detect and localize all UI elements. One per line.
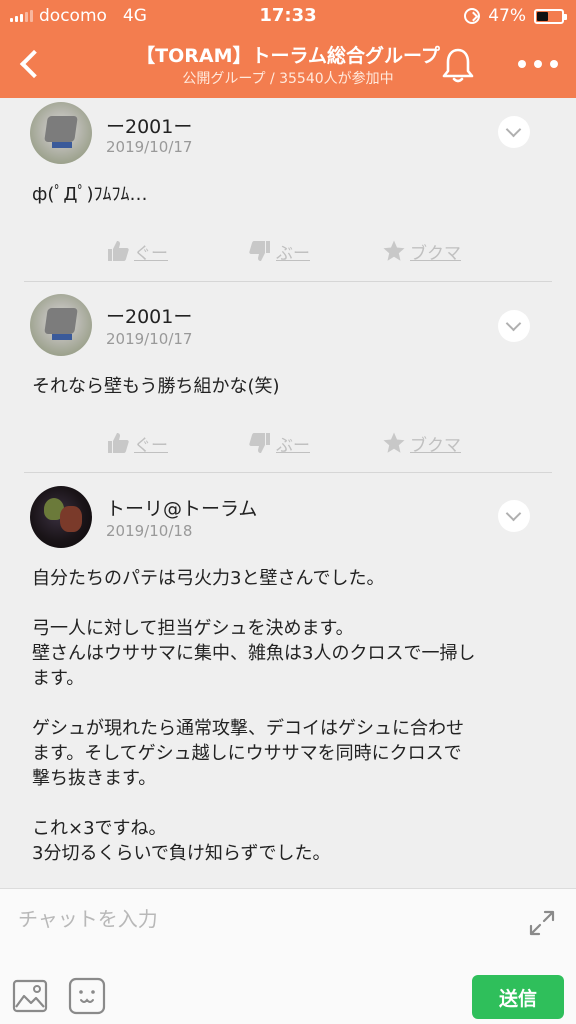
post-actions: ぐー ぶー ブクマ <box>0 236 576 266</box>
rotation-lock-icon <box>464 8 481 24</box>
dislike-button[interactable]: ぶー <box>248 236 310 266</box>
like-label: ぐー <box>134 243 168 264</box>
divider <box>24 472 552 473</box>
thumbs-up-icon <box>108 433 129 453</box>
like-button[interactable]: ぐー <box>106 428 168 458</box>
dislike-button[interactable]: ぶー <box>248 428 310 458</box>
like-button[interactable]: ぐー <box>106 236 168 266</box>
star-icon <box>383 432 405 453</box>
battery-icon <box>534 8 567 24</box>
status-bar: docomo 4G 17:33 47% <box>0 0 576 32</box>
more-options-button[interactable] <box>518 54 558 74</box>
send-button[interactable]: 送信 <box>472 975 564 1019</box>
user-name[interactable]: トーリ@トーラム <box>106 494 257 521</box>
avatar[interactable] <box>30 294 92 356</box>
image-icon[interactable] <box>12 979 48 1013</box>
expand-icon[interactable] <box>528 909 556 937</box>
dislike-label: ぶー <box>276 243 310 264</box>
user-name[interactable]: ー2001ー <box>106 302 192 329</box>
post-date: 2019/10/18 <box>106 522 193 540</box>
post-actions: ぐー ぶー ブクマ <box>0 428 576 458</box>
divider <box>24 281 552 282</box>
chevron-down-icon[interactable] <box>498 500 530 532</box>
avatar[interactable] <box>30 102 92 164</box>
user-name[interactable]: ー2001ー <box>106 112 192 139</box>
post-body: 自分たちのパテは弓火力3と壁さんでした。 弓一人に対して担当ゲシュを決めます。 … <box>32 568 476 864</box>
post-date: 2019/10/17 <box>106 330 193 348</box>
bell-icon[interactable] <box>440 46 476 84</box>
group-title: 【TORAM】トーラム総合グループ <box>136 45 440 67</box>
bookmark-label: ブクマ <box>410 243 461 264</box>
thumbs-down-icon <box>249 433 270 453</box>
post-body: それなら壁もう勝ち組かな(笑) <box>32 376 280 397</box>
post-body: ф(ﾟДﾟ)ﾌﾑﾌﾑ… <box>32 184 148 205</box>
chevron-down-icon[interactable] <box>498 116 530 148</box>
chat-input[interactable] <box>18 903 498 935</box>
post-date: 2019/10/17 <box>106 138 193 156</box>
thumbs-down-icon <box>249 241 270 261</box>
like-label: ぐー <box>134 435 168 456</box>
battery-percent: 47% <box>488 6 526 26</box>
star-icon <box>383 240 405 261</box>
thumbs-up-icon <box>108 241 129 261</box>
status-right: 47% <box>464 6 567 26</box>
nav-bar: 【TORAM】トーラム総合グループ 公開グループ / 35540人が参加中 <box>0 32 576 98</box>
chat-bar: 送信 <box>0 888 576 1024</box>
bookmark-label: ブクマ <box>410 435 461 456</box>
emoji-icon[interactable] <box>68 977 106 1015</box>
dislike-label: ぶー <box>276 435 310 456</box>
avatar[interactable] <box>30 486 92 548</box>
bookmark-button[interactable]: ブクマ <box>382 428 461 458</box>
group-subtitle: 公開グループ / 35540人が参加中 <box>182 71 394 87</box>
bookmark-button[interactable]: ブクマ <box>382 236 461 266</box>
battery-fill <box>537 11 549 21</box>
chevron-down-icon[interactable] <box>498 310 530 342</box>
chevron-left-icon <box>19 49 49 79</box>
back-button[interactable] <box>10 42 50 86</box>
